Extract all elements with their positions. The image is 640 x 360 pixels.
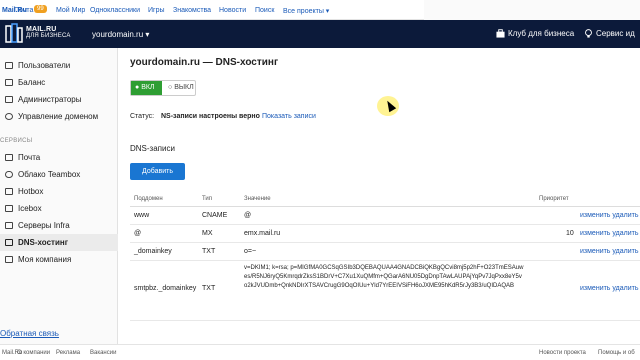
footer-link-ads[interactable]: Реклама [56, 350, 80, 356]
dns-icon [5, 239, 13, 246]
sidebar-item-domain[interactable]: Управление доменом [0, 108, 118, 125]
row-actions[interactable]: изменить удалить [580, 230, 639, 237]
portal-link-myworld[interactable]: Мой Мир [56, 7, 85, 14]
globe-icon [5, 113, 13, 120]
wallet-icon [5, 79, 13, 86]
lightbulb-icon [585, 29, 592, 38]
sidebar-item-admins[interactable]: Администраторы [0, 91, 118, 108]
footer-link-about[interactable]: О компании [17, 350, 50, 356]
sidebar-item-mail[interactable]: Почта [0, 149, 118, 166]
show-records-link[interactable]: Показать записи [262, 113, 316, 120]
col-subdomain: Поддомен [134, 196, 163, 202]
logo-text: MAIL.RU ДЛЯ БИЗНЕСА [26, 26, 71, 39]
company-icon [5, 256, 13, 263]
sidebar-item-balance[interactable]: Баланс [0, 74, 118, 91]
users-icon [5, 62, 13, 69]
dns-hosting-toggle[interactable]: ● ВКЛ ○ ВЫКЛ [130, 80, 196, 96]
mail-count-badge: 99 [34, 5, 47, 13]
toggle-on-option[interactable]: ● ВКЛ [131, 81, 162, 95]
dkim-value: v=DKIM1; k=rsa; p=MIGfMA0GCSqGSIb3DQEBAQ… [244, 265, 524, 289]
footer-link-jobs[interactable]: Вакансии [90, 350, 116, 356]
icebox-icon [5, 205, 13, 212]
server-icon [5, 222, 13, 229]
mail-icon [5, 154, 13, 161]
portal-bar: Mail.Ru Почта 99 Мой Мир Одноклассники И… [0, 0, 640, 20]
business-club-link[interactable]: Клуб для бизнеса [496, 29, 574, 38]
portal-blank-area [424, 0, 640, 20]
footer: Mail.Ru О компании Реклама Вакансии Ново… [0, 344, 640, 360]
portal-link-games[interactable]: Игры [148, 7, 165, 14]
cloud-icon [5, 171, 13, 178]
briefcase-icon [496, 29, 505, 38]
col-priority: Приоритет [539, 196, 569, 202]
portal-link-mail[interactable]: Почта [14, 7, 33, 14]
table-row: smtpbz._domainkey TXT v=DKIM1; k=rsa; p=… [130, 261, 640, 321]
portal-link-search[interactable]: Поиск [255, 7, 274, 14]
add-record-button[interactable]: Добавить [130, 163, 185, 180]
main-content: yourdomain.ru — DNS-хостинг ● ВКЛ ○ ВЫКЛ… [118, 48, 640, 344]
row-actions[interactable]: изменить удалить [580, 248, 639, 255]
feedback-link[interactable]: Обратная связь [0, 329, 59, 338]
status-value: NS-записи настроены верно [161, 113, 260, 120]
sidebar-item-icebox[interactable]: Icebox [0, 200, 118, 217]
page-title: yourdomain.ru — DNS-хостинг [130, 57, 279, 68]
table-row: @ MX emx.mail.ru 10 изменить удалить [130, 225, 640, 243]
admin-icon [5, 96, 13, 103]
portal-link-all-projects[interactable]: Все проекты ▾ [283, 7, 329, 15]
dns-records-heading: DNS-записи [130, 144, 175, 153]
service-link[interactable]: Сервис ид [584, 29, 635, 38]
sidebar-item-hotbox[interactable]: Hotbox [0, 183, 118, 200]
toggle-off-option[interactable]: ○ ВЫКЛ [164, 81, 194, 95]
sidebar: Пользователи Баланс Администраторы Управ… [0, 48, 118, 344]
table-row: www CNAME @ изменить удалить [130, 207, 640, 225]
table-row: _domainkey TXT o=~ изменить удалить [130, 243, 640, 261]
app-header: MAIL.RU ДЛЯ БИЗНЕСА yourdomain.ru ▾ Клуб… [0, 20, 640, 48]
sidebar-item-teambox[interactable]: Облако Teambox [0, 166, 118, 183]
sidebar-section-services: СЕРВИСЫ [0, 138, 33, 144]
hotbox-icon [5, 188, 13, 195]
col-value: Значение [244, 196, 271, 202]
sidebar-item-dns-hosting[interactable]: DNS-хостинг [0, 234, 118, 251]
sidebar-item-infra[interactable]: Серверы Infra [0, 217, 118, 234]
mailru-business-logo-icon[interactable] [5, 23, 23, 43]
portal-link-dating[interactable]: Знакомства [173, 7, 211, 14]
col-type: Тип [202, 196, 213, 202]
row-actions[interactable]: изменить удалить [580, 212, 639, 219]
footer-link-project-news[interactable]: Новости проекта [539, 350, 586, 356]
portal-link-ok[interactable]: Одноклассники [90, 7, 140, 14]
row-actions[interactable]: изменить удалить [580, 285, 639, 292]
footer-link-help[interactable]: Помощь и об [598, 350, 635, 356]
sidebar-item-company[interactable]: Моя компания [0, 251, 118, 268]
portal-link-news[interactable]: Новости [219, 7, 246, 14]
domain-selector[interactable]: yourdomain.ru ▾ [92, 30, 149, 39]
table-header: Поддомен Тип Значение Приоритет [130, 193, 640, 207]
sidebar-item-users[interactable]: Пользователи [0, 57, 118, 74]
status-label: Статус: [130, 113, 155, 120]
